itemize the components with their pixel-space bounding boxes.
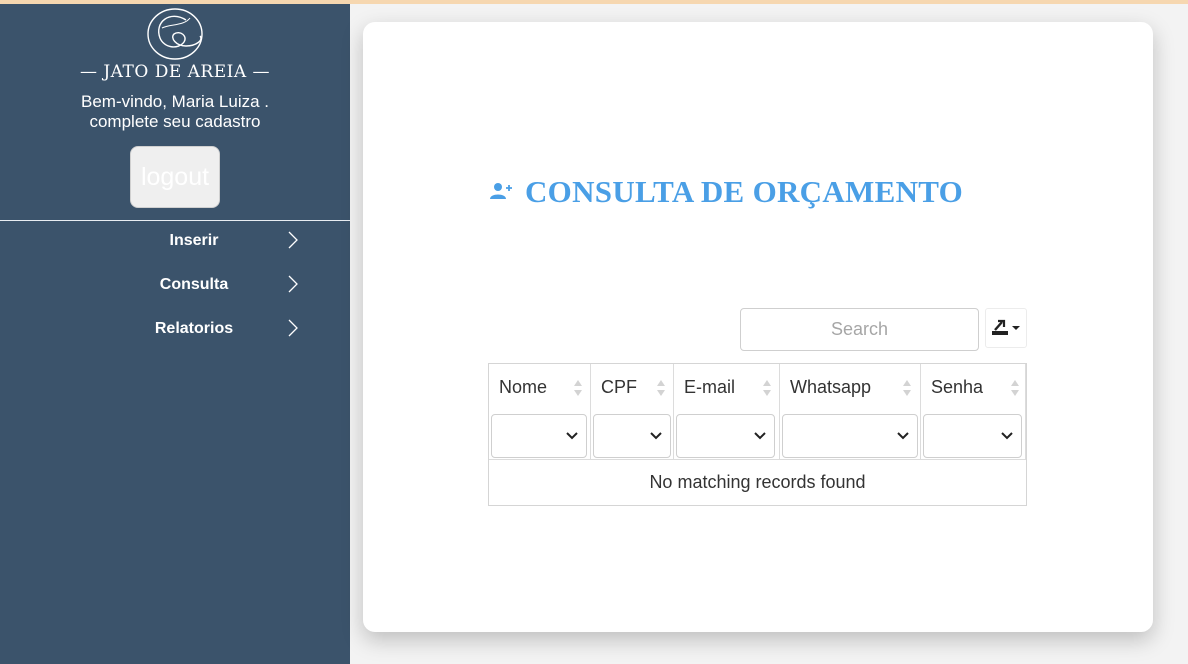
search-input[interactable]	[740, 308, 979, 351]
sort-icon[interactable]	[1010, 378, 1020, 398]
column-header[interactable]: Senha	[931, 377, 983, 398]
sidebar-item-label: Consulta	[159, 276, 229, 293]
page-title: CONSULTA DE ORÇAMENTO	[525, 174, 964, 209]
column-header[interactable]: E-mail	[684, 377, 735, 398]
brand-name: — JATO DE AREIA —	[79, 62, 271, 82]
column-header[interactable]: CPF	[601, 377, 637, 398]
sidebar-item-label: Relatorios	[154, 320, 234, 337]
sidebar-item-consulta[interactable]: Consulta	[0, 268, 350, 304]
export-button[interactable]	[985, 308, 1027, 348]
data-table: Nome CPF E-mail Whatsapp Senha No matchi…	[488, 363, 1027, 506]
welcome-message: Bem-vindo, Maria Luiza . complete seu ca…	[0, 92, 350, 132]
column-senha: Senha	[921, 364, 1026, 459]
column-header[interactable]: Whatsapp	[790, 377, 871, 398]
column-nome: Nome	[489, 364, 591, 459]
filter-select-senha[interactable]	[923, 414, 1022, 458]
sidebar-item-inserir[interactable]: Inserir	[0, 224, 350, 260]
logout-button[interactable]: logout	[130, 146, 220, 208]
column-header[interactable]: Nome	[499, 377, 547, 398]
filter-select-nome[interactable]	[491, 414, 587, 458]
filter-select-cpf[interactable]	[593, 414, 671, 458]
column-cpf: CPF	[591, 364, 674, 459]
complete-profile-link[interactable]: complete seu cadastro	[0, 112, 350, 132]
logo-icon	[147, 8, 203, 60]
column-email: E-mail	[674, 364, 780, 459]
filter-select-whatsapp[interactable]	[782, 414, 918, 458]
chevron-down-icon	[650, 432, 662, 440]
chevron-down-icon	[1001, 432, 1013, 440]
table-divider	[489, 459, 1026, 460]
user-plus-icon	[490, 183, 512, 199]
sort-icon[interactable]	[656, 378, 666, 398]
filter-select-email[interactable]	[676, 414, 775, 458]
sort-icon[interactable]	[573, 378, 583, 398]
sidebar-divider	[0, 220, 350, 221]
sidebar-item-relatorios[interactable]: Relatorios	[0, 312, 350, 348]
sidebar: — JATO DE AREIA — Bem-vindo, Maria Luiza…	[0, 4, 350, 664]
content-card: CONSULTA DE ORÇAMENTO Nome CPF E-mail	[363, 22, 1153, 632]
chevron-down-icon	[754, 432, 766, 440]
chevron-right-icon	[288, 231, 298, 249]
chevron-down-icon	[566, 432, 578, 440]
empty-table-message: No matching records found	[649, 472, 866, 492]
chevron-right-icon	[288, 319, 298, 337]
chevron-right-icon	[288, 275, 298, 293]
sort-icon[interactable]	[902, 378, 912, 398]
chevron-down-icon	[897, 432, 909, 440]
export-icon	[992, 319, 1020, 335]
sidebar-item-label: Inserir	[169, 232, 219, 249]
page-header: CONSULTA DE ORÇAMENTO	[489, 174, 963, 210]
welcome-line: Bem-vindo, Maria Luiza .	[80, 92, 270, 111]
column-whatsapp: Whatsapp	[780, 364, 921, 459]
sort-icon[interactable]	[762, 378, 772, 398]
